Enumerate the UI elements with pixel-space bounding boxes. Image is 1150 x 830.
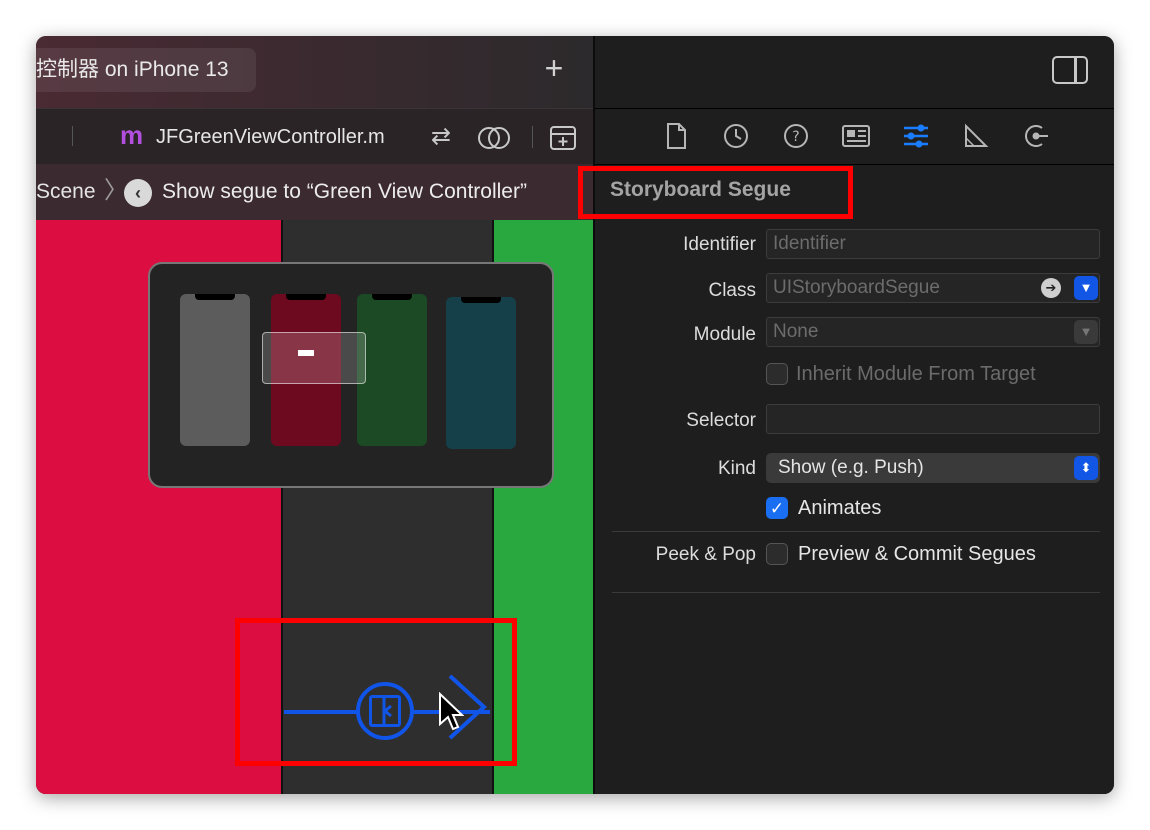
inherit-module-checkbox[interactable] <box>766 363 788 385</box>
class-label: Class <box>708 280 756 301</box>
viewport-red-marker <box>298 350 314 356</box>
section-divider <box>612 531 1100 532</box>
tab-divider <box>532 126 533 148</box>
svg-text:?: ? <box>792 129 799 145</box>
peek-pop-label: Peek & Pop <box>655 544 756 565</box>
module-chevron-down-icon[interactable]: ▼ <box>1074 320 1098 344</box>
xcode-window: 控制器 on iPhone 13 + m JFGreenViewControll… <box>36 36 1114 794</box>
objc-file-icon: m <box>120 120 144 150</box>
add-editor-icon[interactable] <box>548 124 578 157</box>
identity-inspector-icon[interactable] <box>838 122 874 152</box>
inherit-module-label: Inherit Module From Target <box>796 363 1036 385</box>
chevron-down-icon[interactable]: ▼ <box>1074 276 1098 300</box>
minimap-viewport[interactable] <box>262 332 366 384</box>
attributes-inspector-icon[interactable] <box>898 122 934 152</box>
minimap-phone-gray <box>180 294 250 446</box>
selector-field[interactable] <box>766 404 1100 434</box>
tab-file-name[interactable]: JFGreenViewController.m <box>156 124 414 150</box>
peek-pop-checkbox[interactable] <box>766 543 788 565</box>
peek-pop-option: Preview & Commit Segues <box>798 543 1036 565</box>
module-field[interactable]: None <box>766 317 1100 347</box>
identifier-field[interactable]: Identifier <box>766 229 1100 259</box>
updown-chevron-icon[interactable]: ⬍ <box>1074 456 1098 480</box>
kind-popup[interactable]: Show (e.g. Push) <box>766 453 1100 483</box>
inspector-toggle-bar <box>1074 58 1077 82</box>
breadcrumb-segue[interactable]: Show segue to “Green View Controller” <box>162 178 527 206</box>
animates-label: Animates <box>798 497 882 519</box>
selector-label: Selector <box>686 410 756 431</box>
identifier-label: Identifier <box>683 234 756 255</box>
module-label: Module <box>693 324 756 345</box>
breadcrumb-scene[interactable]: Scene <box>36 178 96 206</box>
connections-inspector-icon[interactable] <box>1018 122 1054 152</box>
minimap-phone-teal <box>446 297 516 449</box>
scheme-title[interactable]: 控制器 on iPhone 13 <box>36 48 256 92</box>
inspector-top-separator <box>595 108 1114 109</box>
segue-back-icon[interactable]: ‹ <box>124 179 152 207</box>
kind-label: Kind <box>717 458 756 479</box>
inspector-toggle-icon[interactable] <box>1052 56 1088 84</box>
section-divider-bottom <box>612 592 1100 593</box>
help-inspector-icon[interactable]: ? <box>778 122 814 152</box>
segue-highlight-box <box>235 618 517 766</box>
title-highlight-box <box>578 166 853 219</box>
tab-separator <box>72 126 73 146</box>
file-inspector-icon[interactable] <box>658 122 694 152</box>
swap-arrows-icon[interactable]: ⇄ <box>424 122 458 152</box>
history-inspector-icon[interactable] <box>718 122 754 152</box>
arrow-right-circle-icon[interactable]: ➔ <box>1041 278 1061 298</box>
minimap-phone-green <box>357 294 427 446</box>
inspector-tabs-separator <box>595 164 1114 165</box>
animates-checkbox[interactable]: ✓ <box>766 497 788 519</box>
add-button[interactable]: + <box>536 50 572 86</box>
assistant-icon[interactable] <box>476 124 512 157</box>
size-inspector-icon[interactable] <box>958 122 994 152</box>
